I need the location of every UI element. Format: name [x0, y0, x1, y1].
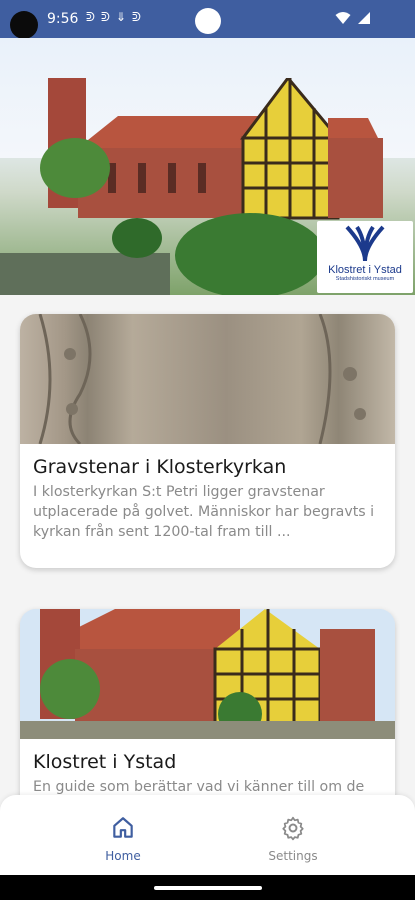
card-title: Gravstenar i Klosterkyrkan: [33, 456, 287, 478]
logo-mark-icon: [345, 225, 385, 262]
bottom-navigation: Home Settings: [0, 795, 415, 875]
hero-banner: Klostret i Ystad Stadshistoriskt museum: [0, 38, 415, 295]
hero-water: [0, 253, 170, 295]
guide-list[interactable]: Gravstenar i Klosterkyrkan I klosterkyrk…: [0, 295, 415, 795]
nav-settings[interactable]: Settings: [248, 815, 338, 863]
monastery-photo-illustration: [20, 609, 395, 739]
monastery-photo: [20, 609, 395, 739]
status-bar: 9:56 ᕲᕲ⇓ᕲ: [0, 0, 415, 39]
nav-home-label: Home: [105, 849, 141, 863]
status-indicators: [335, 11, 371, 25]
hero-tree: [40, 138, 110, 198]
hero-bush: [175, 213, 325, 295]
front-camera: [195, 8, 221, 34]
card-title: Klostret i Ystad: [33, 751, 177, 773]
status-time: 9:56: [47, 11, 79, 27]
card-description: En guide som berättar vad vi känner till…: [33, 779, 365, 795]
gear-icon: [282, 816, 304, 841]
home-icon: [113, 817, 133, 838]
notification-icon: ᕲ: [100, 10, 116, 24]
notification-icon: ᕲ: [131, 10, 147, 24]
guide-card[interactable]: Klostret i Ystad En guide som berättar v…: [20, 609, 395, 795]
wifi-icon: [335, 12, 351, 24]
signal-icon: [358, 12, 370, 24]
gravestone-photo: [20, 314, 395, 444]
notification-icon: ⇓: [115, 10, 132, 24]
museum-logo: Klostret i Ystad Stadshistoriskt museum: [317, 221, 413, 293]
camera-cutout: [10, 11, 38, 39]
system-gesture-bar: [0, 875, 415, 900]
nav-settings-label: Settings: [268, 849, 318, 863]
hero-bush: [112, 218, 162, 258]
card-description: I klosterkyrkan S:t Petri ligger gravste…: [33, 484, 375, 540]
logo-subtitle: Stadshistoriskt museum: [335, 276, 395, 282]
home-gesture-handle[interactable]: [154, 886, 262, 890]
notification-icon: ᕲ: [86, 10, 101, 24]
notification-icons: ᕲᕲ⇓ᕲ: [86, 10, 147, 25]
guide-card[interactable]: Gravstenar i Klosterkyrkan I klosterkyrk…: [20, 314, 395, 568]
nav-home[interactable]: Home: [78, 815, 168, 863]
gravestone-carving: [38, 314, 366, 444]
logo-title: Klostret i Ystad: [328, 264, 402, 276]
